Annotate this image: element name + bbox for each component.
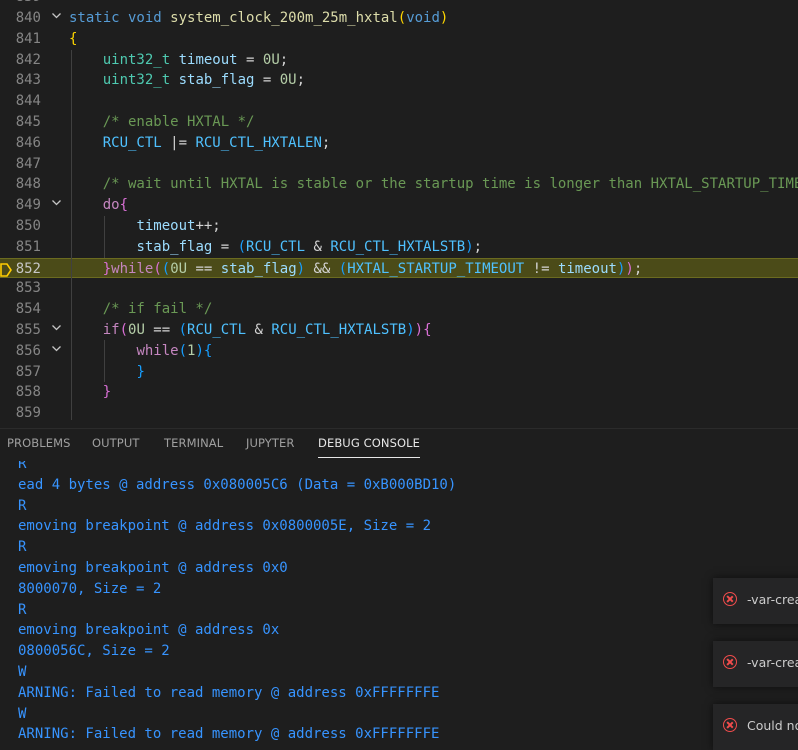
line-number: 858 — [0, 382, 41, 404]
line-number: 842 — [0, 49, 41, 71]
code-text: { — [69, 30, 78, 47]
indent-guide — [104, 216, 105, 258]
code-text: /* if fail */ — [102, 301, 213, 318]
code-line[interactable]: 840 static void system_clock_200m_25m_hxt… — [0, 8, 798, 29]
code-line[interactable]: 843 uint32_t stab_flag = 0U; — [0, 70, 798, 92]
code-line[interactable]: 846 RCU_CTL |= RCU_CTL_HXTALEN; — [0, 132, 798, 154]
line-number: 854 — [0, 299, 41, 320]
notification-message: -var-crea — [747, 655, 798, 670]
code-line[interactable]: 853 — [0, 278, 798, 300]
console-line: 8000070, Size = 2 — [18, 580, 162, 597]
code-editor[interactable]: 839840 static void system_clock_200m_25m_… — [0, 0, 798, 428]
fold-chevron-icon[interactable] — [48, 320, 64, 341]
line-number: 852 — [15, 260, 41, 277]
code-text: static void system_clock_200m_25m_hxtal(… — [69, 10, 449, 26]
code-line[interactable]: 849 do{ — [0, 195, 798, 216]
line-number: 843 — [0, 70, 41, 92]
line-number: 851 — [0, 236, 41, 258]
error-icon — [723, 592, 737, 606]
code-text: }while((0U == stab_flag) && (HXTAL_START… — [102, 260, 643, 277]
tab-debug-console[interactable]: DEBUG CONSOLE — [318, 429, 421, 458]
code-line[interactable]: 845 /* enable HXTAL */ — [0, 112, 798, 133]
console-line: 0800056C, Size = 2 — [18, 643, 170, 660]
console-line: W — [18, 705, 27, 722]
console-line: ARNING: Failed to read memory @ address … — [18, 726, 440, 743]
code-text: uint32_t timeout = 0U; — [102, 51, 289, 68]
line-number: 845 — [0, 112, 41, 133]
line-number: 853 — [0, 278, 41, 300]
console-line: ARNING: Failed to read memory @ address … — [18, 684, 440, 701]
tab-problems[interactable]: PROBLEMS — [7, 429, 71, 461]
code-line: 839 — [0, 0, 798, 8]
error-icon — [723, 718, 737, 732]
console-line: W — [18, 664, 27, 680]
console-line: ead 4 bytes @ address 0x080005C6 (Data =… — [18, 476, 457, 493]
indent-guide — [71, 50, 72, 420]
panel-tab-bar: PROBLEMS OUTPUT TERMINAL JUPYTER DEBUG C… — [0, 428, 798, 461]
line-number: 855 — [0, 320, 41, 341]
tab-terminal[interactable]: TERMINAL — [164, 429, 223, 461]
console-line: R — [18, 497, 27, 514]
code-line[interactable]: 859 — [0, 403, 798, 424]
console-line: emoving breakpoint @ address 0x0 — [18, 560, 288, 576]
code-line[interactable]: 841 { — [0, 28, 798, 50]
code-text: timeout++; — [136, 218, 221, 234]
code-text: } — [136, 363, 145, 380]
line-number: 840 — [0, 8, 41, 29]
code-text: } — [102, 384, 112, 401]
code-line[interactable]: 858 } — [0, 382, 798, 404]
error-notification[interactable]: -var-crea — [713, 578, 798, 624]
error-notification[interactable]: Could no — [713, 704, 798, 750]
line-number: 848 — [0, 174, 41, 196]
line-number: 844 — [0, 91, 41, 112]
error-icon — [723, 655, 737, 669]
code-text: uint32_t stab_flag = 0U; — [102, 72, 306, 89]
console-line: emoving breakpoint @ address 0x0800005E,… — [18, 518, 432, 535]
tab-output[interactable]: OUTPUT — [92, 429, 139, 461]
line-number: 859 — [0, 403, 41, 424]
line-number: 850 — [0, 216, 41, 237]
console-line: R — [18, 539, 27, 556]
code-line[interactable]: 847 — [0, 153, 798, 175]
code-text: stab_flag = (RCU_CTL & RCU_CTL_HXTALSTB)… — [136, 238, 483, 255]
fold-chevron-icon[interactable] — [48, 8, 64, 29]
code-text: while(1){ — [136, 342, 213, 359]
code-line[interactable]: 854 /* if fail */ — [0, 299, 798, 320]
code-line[interactable]: 848 /* wait until HXTAL is stable or the… — [0, 174, 798, 196]
code-text: /* enable HXTAL */ — [102, 114, 255, 130]
code-line[interactable]: 857 } — [0, 361, 798, 383]
console-line: R — [18, 461, 27, 472]
fold-chevron-icon[interactable] — [48, 195, 64, 216]
current-execution-line[interactable]: 852 }while((0U == stab_flag) && (HXTAL_S… — [0, 257, 798, 279]
line-number: 849 — [0, 195, 41, 216]
indent-guide — [104, 340, 105, 382]
console-line: emoving breakpoint @ address 0x — [18, 622, 280, 639]
code-text: do{ — [102, 197, 129, 214]
console-line: R — [18, 601, 27, 618]
code-text: /* wait until HXTAL is stable or the sta… — [102, 176, 798, 193]
error-notification[interactable]: -var-crea — [713, 641, 798, 687]
line-number: 846 — [0, 132, 41, 154]
line-number: 847 — [0, 153, 41, 175]
line-number: 841 — [0, 28, 41, 50]
code-text: RCU_CTL |= RCU_CTL_HXTALEN; — [102, 134, 331, 151]
code-line[interactable]: 851 stab_flag = (RCU_CTL & RCU_CTL_HXTAL… — [0, 236, 798, 258]
code-line[interactable]: 850 timeout++; — [0, 216, 798, 237]
line-number: 856 — [0, 340, 41, 362]
debug-console-output[interactable]: Read 4 bytes @ address 0x080005C6 (Data … — [0, 461, 798, 750]
code-text: if(0U == (RCU_CTL & RCU_CTL_HXTALSTB)){ — [102, 322, 432, 338]
code-line[interactable]: 844 — [0, 91, 798, 112]
tab-jupyter[interactable]: JUPYTER — [246, 429, 295, 461]
notification-message: -var-crea — [747, 592, 798, 607]
fold-chevron-icon[interactable] — [48, 341, 64, 362]
line-number: 857 — [0, 361, 41, 383]
code-line[interactable]: 842 uint32_t timeout = 0U; — [0, 49, 798, 71]
notification-message: Could no — [747, 718, 798, 733]
code-line[interactable]: 856 while(1){ — [0, 340, 798, 362]
line-number: 839 — [0, 0, 41, 8]
code-line[interactable]: 855 if(0U == (RCU_CTL & RCU_CTL_HXTALSTB… — [0, 320, 798, 341]
